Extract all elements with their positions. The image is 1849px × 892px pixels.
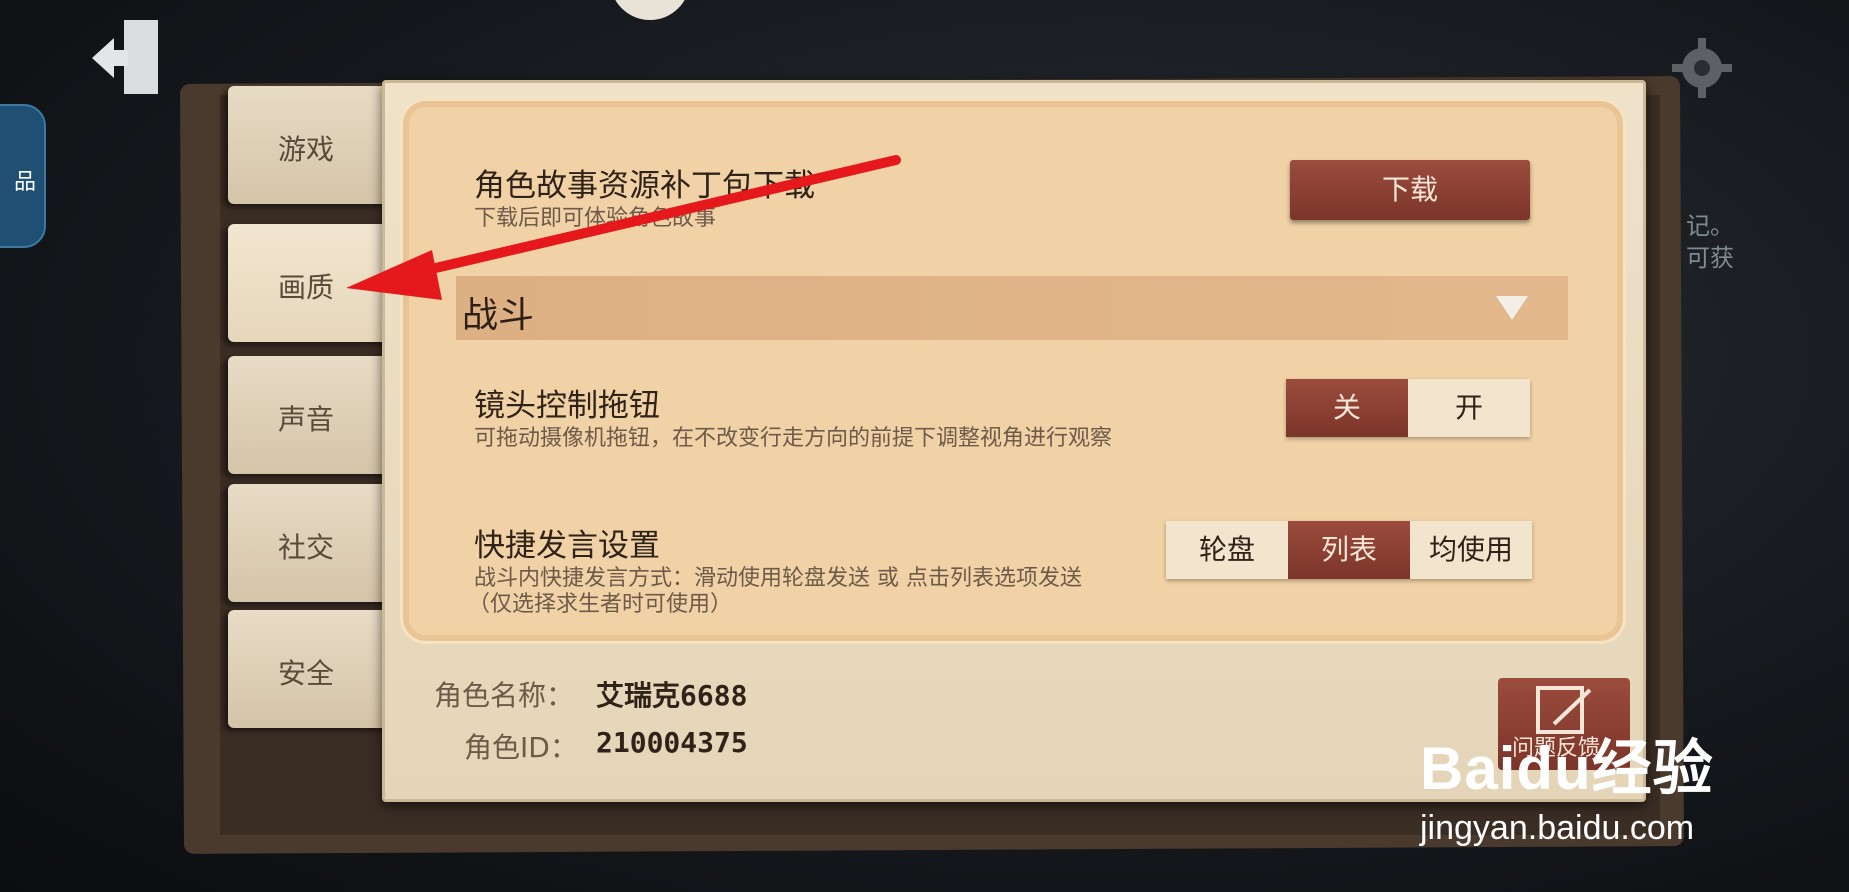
- left-side-pill[interactable]: 品: [0, 104, 46, 248]
- watermark-top: Baidu经验: [1420, 735, 1714, 802]
- camera-knob-title: 镜头控制拖钮: [474, 388, 660, 424]
- tab-label: 游戏: [278, 133, 335, 166]
- camera-knob-toggle[interactable]: 关 开: [1286, 379, 1530, 437]
- story-patch-title: 角色故事资源补丁包下载: [474, 168, 815, 204]
- tab-label: 安全: [278, 657, 335, 690]
- name-value: 艾瑞克6688: [596, 679, 748, 712]
- avatar-top: [590, 0, 710, 30]
- option-list[interactable]: 列表: [1288, 521, 1410, 579]
- watermark-bottom: jingyan.baidu.com: [1420, 809, 1695, 847]
- quick-chat-note: （仅选择求生者时可使用）: [468, 592, 733, 617]
- download-button[interactable]: 下载: [1290, 160, 1530, 220]
- camera-knob-desc: 可拖动摄像机拖钮，在不改变行走方向的前提下调整视角进行观察: [474, 426, 1113, 451]
- collapse-triangle-icon[interactable]: [1496, 296, 1528, 320]
- tab-label: 社交: [278, 531, 335, 564]
- right-edge-text-2: 可获: [1686, 244, 1734, 272]
- exit-icon[interactable]: [88, 14, 174, 100]
- tab-graphics[interactable]: 画质: [228, 224, 390, 342]
- id-value: 210004375: [596, 726, 748, 759]
- baidu-watermark: Baidu经验 jingyan.baidu.com: [1420, 720, 1714, 848]
- section-title: 战斗: [462, 295, 535, 336]
- right-edge-text-1: 记。: [1686, 212, 1734, 240]
- quick-chat-selector[interactable]: 轮盘 列表 均使用: [1166, 521, 1532, 579]
- story-patch-desc: 下载后即可体验角色故事: [474, 206, 717, 231]
- name-label: 角色名称：: [434, 679, 575, 712]
- toggle-off-option[interactable]: 关: [1286, 379, 1408, 437]
- left-pill-label: 品: [13, 170, 36, 195]
- option-wheel[interactable]: 轮盘: [1166, 521, 1288, 579]
- tab-label: 声音: [278, 403, 335, 436]
- id-label: 角色ID：: [464, 731, 578, 764]
- tab-game[interactable]: 游戏: [228, 86, 390, 204]
- section-battle[interactable]: 战斗: [456, 276, 1568, 340]
- tab-social[interactable]: 社交: [228, 484, 390, 602]
- tab-label: 画质: [278, 271, 335, 304]
- toggle-on-option[interactable]: 开: [1408, 379, 1530, 437]
- tab-security[interactable]: 安全: [228, 610, 390, 728]
- quick-chat-title: 快捷发言设置: [474, 528, 660, 564]
- option-both[interactable]: 均使用: [1410, 521, 1532, 579]
- tab-sound[interactable]: 声音: [228, 356, 390, 474]
